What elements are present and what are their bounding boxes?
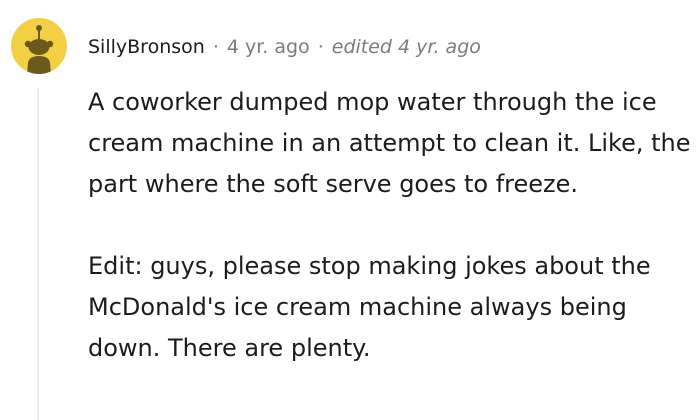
- comment-header: SillyBronson · 4 yr. ago · edited 4 yr. …: [88, 33, 481, 61]
- comment-body: A coworker dumped mop water through the …: [88, 82, 696, 369]
- meta-separator: ·: [212, 36, 219, 58]
- snoo-avatar-icon: [24, 25, 54, 74]
- thread-line[interactable]: [37, 88, 39, 420]
- meta-separator: ·: [317, 36, 324, 58]
- comment-timestamp[interactable]: 4 yr. ago: [227, 36, 310, 58]
- edited-timestamp: edited 4 yr. ago: [331, 36, 481, 58]
- comment-paragraph: A coworker dumped mop water through the …: [88, 88, 691, 198]
- user-avatar[interactable]: [11, 18, 67, 74]
- comment: SillyBronson · 4 yr. ago · edited 4 yr. …: [0, 0, 700, 420]
- comment-paragraph: Edit: guys, please stop making jokes abo…: [88, 252, 651, 362]
- username-link[interactable]: SillyBronson: [88, 36, 205, 58]
